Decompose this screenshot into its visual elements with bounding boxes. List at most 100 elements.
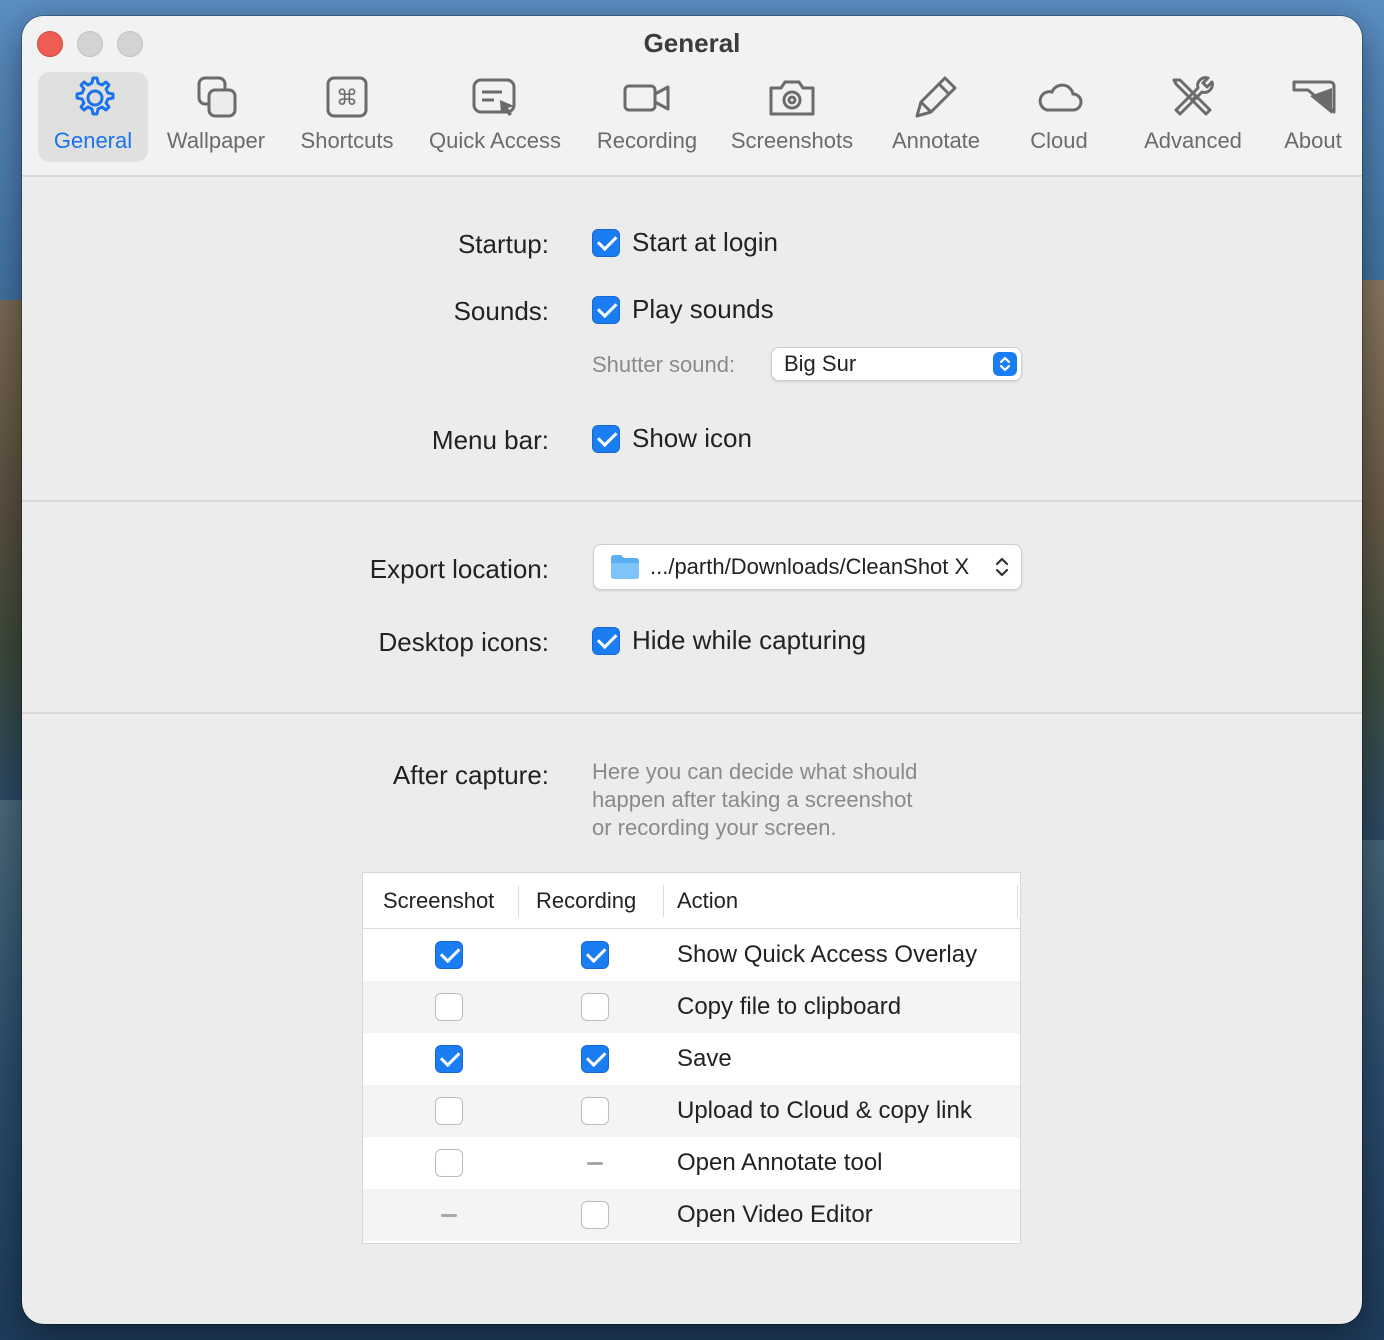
svg-text:⌘: ⌘ [336,86,358,111]
after-capture-section: After capture: Here you can decide what … [22,714,1362,1322]
shutter-sound-select[interactable]: Big Sur [771,347,1022,381]
description-line: happen after taking a screenshot [592,787,913,812]
export-section: Export location: .../parth/Downloads/Cle… [22,502,1362,714]
shutter-sound-label: Shutter sound: [592,352,736,377]
description-line: Here you can decide what should [592,759,918,784]
play-sounds-option[interactable]: Play sounds [592,294,774,325]
column-divider [1017,885,1018,917]
tab-label: Screenshots [730,128,854,153]
tab-annotate[interactable]: Annotate [882,72,990,162]
highlighter-icon [915,76,957,118]
tab-label: General [53,128,133,153]
after-capture-table: Screenshot Recording Action Show Quick A… [362,872,1021,1244]
tab-shortcuts[interactable]: ⌘ Shortcuts [294,72,400,162]
hide-while-capturing-option[interactable]: Hide while capturing [592,625,866,656]
screenshot-checkbox[interactable] [435,1045,463,1073]
table-body: Show Quick Access Overlay Copy file to cl… [363,929,1020,1241]
screenshot-checkbox[interactable] [435,993,463,1021]
play-sounds-checkbox[interactable] [592,295,620,324]
menu-bar-label: Menu bar: [431,425,549,455]
screenshot-checkbox[interactable] [435,941,463,969]
action-label: Show Quick Access Overlay [677,941,978,968]
tab-quick-access[interactable]: Quick Access [422,72,568,162]
tab-label: Recording [596,128,698,153]
show-icon-checkbox[interactable] [592,424,620,453]
video-camera-icon [623,84,670,112]
startup-label: Startup: [457,229,549,259]
titlebar: General General Wallpaper ⌘ Shortcuts Qu… [22,16,1362,177]
tab-label: About [1284,128,1342,153]
start-at-login-option[interactable]: Start at login [592,227,778,258]
about-icon [1292,80,1336,114]
export-location-select[interactable]: .../parth/Downloads/CleanShot X [593,544,1022,590]
table-row: Show Quick Access Overlay [363,929,1020,981]
recording-checkbox[interactable] [581,1097,609,1125]
show-icon-option[interactable]: Show icon [592,423,752,454]
command-key-icon: ⌘ [326,76,368,118]
column-divider[interactable] [663,885,664,917]
screenshot-checkbox [435,1201,463,1229]
after-capture-description: Here you can decide what should happen a… [592,758,972,842]
after-capture-label: After capture: [392,760,549,790]
window-title: General [643,28,741,58]
recording-checkbox[interactable] [581,1045,609,1073]
tab-label: Cloud [1030,128,1088,153]
chevron-up-down-icon [993,554,1011,580]
tab-general[interactable]: General [38,72,148,162]
folder-icon [611,555,639,579]
tab-label: Advanced [1144,128,1242,153]
action-label: Upload to Cloud & copy link [677,1097,972,1124]
table-row: Save [363,1033,1020,1085]
action-label: Open Annotate tool [677,1149,883,1176]
tab-label: Annotate [891,128,981,153]
table-header: Screenshot Recording Action [363,873,1020,929]
tab-label: Wallpaper [166,128,266,153]
action-label: Open Video Editor [677,1201,873,1228]
tab-advanced[interactable]: Advanced [1128,72,1258,162]
screenshot-checkbox[interactable] [435,1097,463,1125]
show-icon-label: Show icon [632,423,752,453]
tab-about[interactable]: About [1268,72,1358,162]
preferences-toolbar: General Wallpaper ⌘ Shortcuts Quick Acce… [38,72,1346,162]
table-row: Open Video Editor [363,1189,1020,1241]
tab-label: Shortcuts [300,128,394,153]
play-sounds-label: Play sounds [632,294,774,324]
general-section: Startup: Start at login Sounds: Play sou… [22,177,1362,502]
screenshot-checkbox[interactable] [435,1149,463,1177]
column-header-screenshot[interactable]: Screenshot [383,873,494,929]
tab-label: Quick Access [428,128,562,153]
column-header-recording[interactable]: Recording [536,873,636,929]
tab-wallpaper[interactable]: Wallpaper [163,72,269,162]
table-row: Upload to Cloud & copy link [363,1085,1020,1137]
tab-screenshots[interactable]: Screenshots [726,72,858,162]
recording-checkbox[interactable] [581,993,609,1021]
table-row: Open Annotate tool [363,1137,1020,1189]
camera-icon [769,80,815,116]
desktop-icons-label: Desktop icons: [378,627,549,657]
export-location-value: .../parth/Downloads/CleanShot X [650,554,970,579]
start-at-login-label: Start at login [632,227,778,257]
tab-cloud[interactable]: Cloud [1014,72,1104,162]
preferences-window: General General Wallpaper ⌘ Shortcuts Qu… [22,16,1362,1324]
chevron-up-down-icon [993,352,1017,376]
hide-while-capturing-checkbox[interactable] [592,626,620,655]
recording-checkbox[interactable] [581,1201,609,1229]
column-header-action[interactable]: Action [677,873,738,929]
sounds-label: Sounds: [453,296,549,326]
recording-checkbox [581,1149,609,1177]
cloud-icon [1038,83,1083,112]
shutter-sound-value: Big Sur [784,351,857,376]
recording-checkbox[interactable] [581,941,609,969]
action-label: Save [677,1045,732,1072]
hide-while-capturing-label: Hide while capturing [632,625,867,655]
tab-recording[interactable]: Recording [594,72,700,162]
gear-icon [75,76,115,116]
description-line: or recording your screen. [592,815,837,840]
action-label: Copy file to clipboard [677,993,902,1020]
wallpaper-icon [197,76,237,118]
tools-icon [1172,76,1214,116]
table-row: Copy file to clipboard [363,981,1020,1033]
export-location-label: Export location: [369,554,549,584]
column-divider[interactable] [518,885,519,917]
start-at-login-checkbox[interactable] [592,228,620,257]
